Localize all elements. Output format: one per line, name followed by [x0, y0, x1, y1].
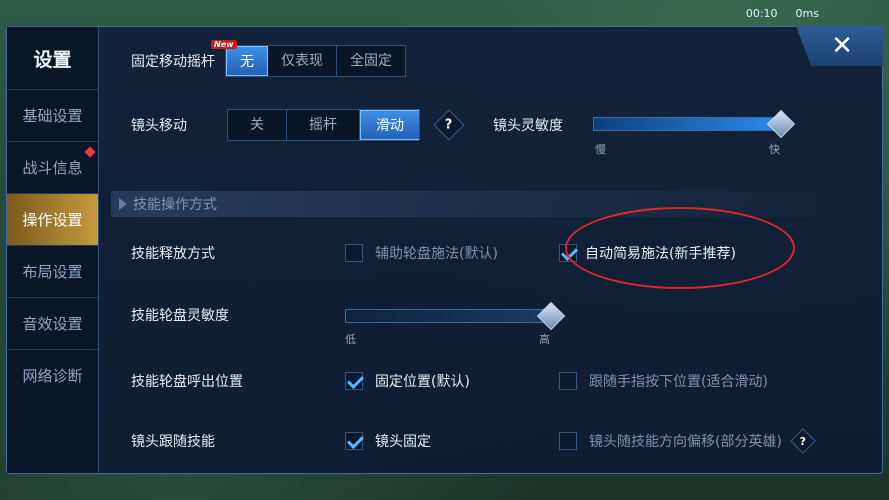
wheel-position-option-follow[interactable]: 跟随手指按下位置(适合滑动): [559, 371, 768, 391]
joystick-label: 固定移动摇杆: [131, 54, 215, 70]
wheel-position-option-fixed[interactable]: 固定位置(默认): [345, 371, 470, 391]
section-title: 技能操作方式: [133, 197, 217, 213]
joystick-row: 固定移动摇杆 无 仅表现 全固定: [131, 45, 406, 77]
checkbox-checked[interactable]: [345, 432, 363, 450]
joystick-option-full[interactable]: 全固定: [337, 46, 405, 76]
sidebar-item-audio[interactable]: 音效设置: [7, 297, 98, 349]
checkbox-checked[interactable]: [345, 372, 363, 390]
sidebar-item-label: 基础设置: [22, 107, 83, 125]
camera-follow-option-fixed[interactable]: 镜头固定: [345, 431, 431, 451]
option-label: 固定位置(默认): [375, 374, 470, 390]
wheel-sensitivity-knob[interactable]: [536, 301, 566, 331]
camera-sensitivity-knob[interactable]: [766, 109, 796, 139]
skill-cast-option-wheel[interactable]: 辅助轮盘施法(默认): [345, 243, 498, 263]
settings-panel: 设置 基础设置 战斗信息 操作设置 布局设置 音效设置 网络诊断 ✕ 固定移动摇…: [6, 26, 883, 474]
option-label: 跟随手指按下位置(适合滑动): [589, 374, 768, 390]
section-arrow-icon: [119, 198, 127, 210]
sidebar-title: 设置: [33, 48, 72, 71]
camera-sensitivity-label: 镜头灵敏度: [493, 118, 563, 134]
checkbox[interactable]: [559, 372, 577, 390]
skill-cast-label: 技能释放方式: [131, 246, 215, 262]
camera-move-option-swipe[interactable]: 滑动: [360, 110, 419, 140]
camera-move-option-off[interactable]: 关: [228, 110, 287, 140]
close-icon: ✕: [831, 31, 853, 61]
sidebar-item-network[interactable]: 网络诊断: [7, 349, 98, 401]
notification-dot-icon: [84, 146, 96, 158]
wheel-sensitivity-label: 技能轮盘灵敏度: [131, 308, 229, 324]
camera-follow-option-offset[interactable]: 镜头随技能方向偏移(部分英雄) ?: [559, 428, 816, 454]
help-icon[interactable]: ?: [433, 109, 465, 141]
checkbox[interactable]: [559, 432, 577, 450]
sidebar-item-basic[interactable]: 基础设置: [7, 89, 98, 141]
option-label: 镜头固定: [375, 434, 431, 450]
close-button[interactable]: ✕: [796, 26, 883, 66]
wheel-sensitivity-slider[interactable]: [345, 309, 545, 323]
new-badge: New: [211, 40, 237, 49]
camera-move-row: 镜头移动 关 摇杆 滑动 ?: [131, 109, 465, 141]
sidebar-item-label: 网络诊断: [22, 367, 83, 385]
status-bar: 00:10 0ms: [0, 0, 889, 26]
match-time: 00:10: [745, 6, 778, 20]
camera-sensitivity-slider[interactable]: [593, 117, 783, 131]
wheel-position-label: 技能轮盘呼出位置: [131, 374, 243, 390]
sidebar-item-label: 战斗信息: [22, 159, 83, 177]
sidebar-item-label: 布局设置: [22, 263, 83, 281]
option-label: 镜头随技能方向偏移(部分英雄): [589, 434, 782, 450]
camera-sensitivity-min: 慢: [595, 143, 606, 156]
camera-move-option-joystick[interactable]: 摇杆: [287, 110, 360, 140]
wheel-sensitivity-min: 低: [345, 333, 356, 346]
sidebar-item-label: 音效设置: [22, 315, 83, 333]
joystick-segmented: 无 仅表现 全固定: [225, 45, 406, 77]
highlight-circle: [565, 207, 795, 289]
checkbox[interactable]: [345, 244, 363, 262]
help-glyph: ?: [445, 117, 453, 133]
camera-sensitivity-max: 快: [769, 143, 780, 156]
joystick-option-none[interactable]: 无: [226, 46, 268, 76]
joystick-option-visual[interactable]: 仅表现: [268, 46, 337, 76]
camera-move-segmented: 关 摇杆 滑动: [227, 109, 420, 141]
sidebar-item-layout[interactable]: 布局设置: [7, 245, 98, 297]
wheel-sensitivity-max: 高: [539, 333, 550, 346]
sidebar-item-label: 操作设置: [22, 211, 83, 229]
option-label: 辅助轮盘施法(默认): [375, 246, 498, 262]
sidebar-item-battle-info[interactable]: 战斗信息: [7, 141, 98, 193]
help-glyph: ?: [799, 434, 807, 448]
sidebar-item-controls[interactable]: 操作设置: [7, 193, 98, 245]
section-header: 技能操作方式: [111, 191, 871, 217]
settings-sidebar: 设置 基础设置 战斗信息 操作设置 布局设置 音效设置 网络诊断: [7, 27, 99, 473]
help-icon[interactable]: ?: [790, 428, 816, 454]
camera-move-label: 镜头移动: [131, 118, 187, 134]
camera-follow-label: 镜头跟随技能: [131, 434, 215, 450]
network-status: 0ms: [795, 6, 819, 20]
